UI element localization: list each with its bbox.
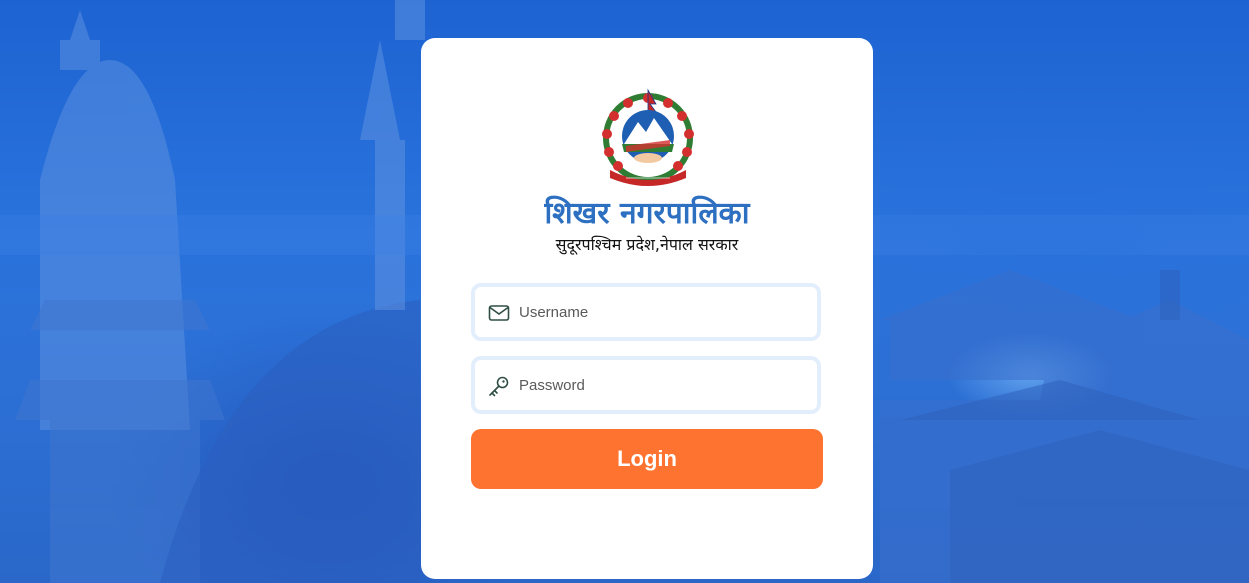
org-subtitle: सुदूरपश्चिम प्रदेश,नेपाल सरकार bbox=[555, 235, 739, 254]
envelope-icon bbox=[488, 305, 510, 321]
password-input[interactable] bbox=[519, 360, 809, 410]
password-field[interactable] bbox=[471, 356, 821, 414]
org-title: शिखर नगरपालिका bbox=[544, 196, 750, 231]
username-field[interactable] bbox=[471, 283, 821, 341]
username-input[interactable] bbox=[519, 287, 809, 337]
key-icon bbox=[489, 376, 509, 397]
login-button[interactable]: Login bbox=[471, 429, 823, 489]
nepal-emblem-icon bbox=[602, 88, 694, 186]
